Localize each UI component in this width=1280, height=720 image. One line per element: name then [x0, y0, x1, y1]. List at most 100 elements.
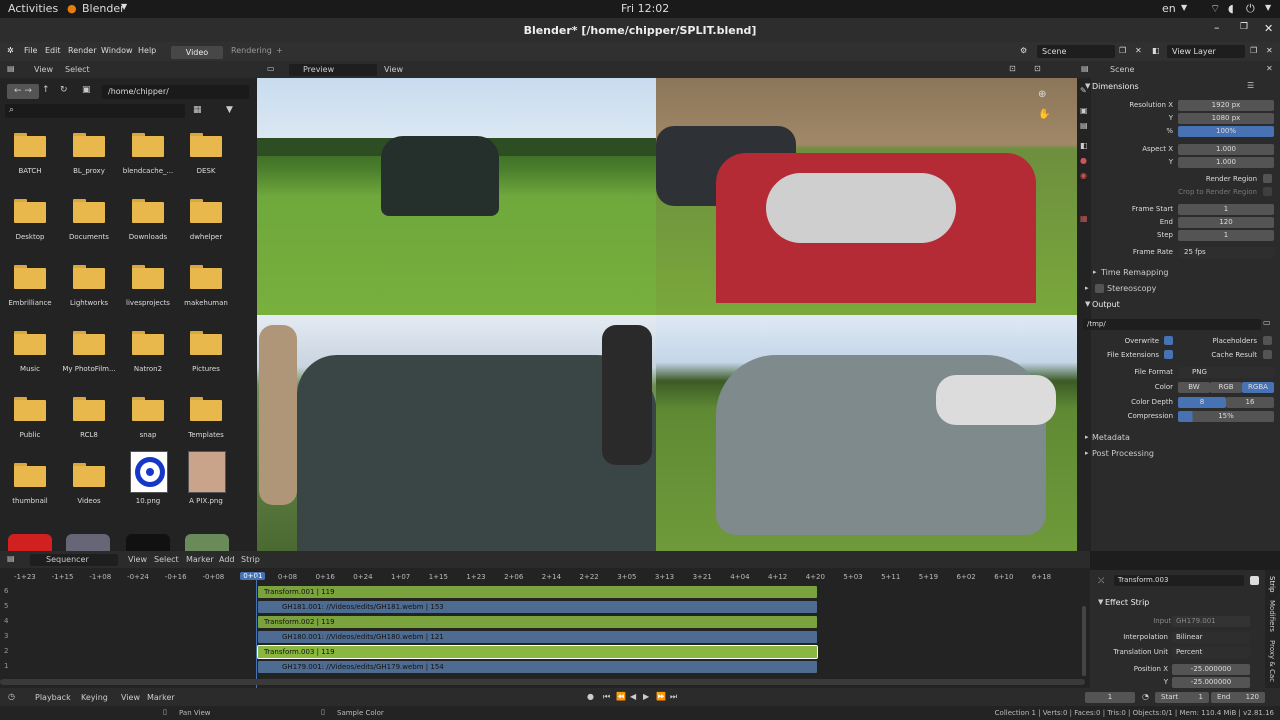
hand-icon[interactable]: ✋ — [1038, 109, 1050, 120]
parent-directory-icon[interactable]: ↑ — [42, 85, 50, 95]
frame-step-field[interactable]: 1 — [1178, 230, 1274, 241]
jump-end-icon[interactable]: ⏭ — [670, 692, 677, 702]
aspect-x-field[interactable]: 1.000 — [1178, 144, 1274, 155]
editor-type-icon[interactable]: ◷ — [8, 692, 15, 701]
view-type-dropdown[interactable]: Preview — [289, 64, 377, 76]
depth-8-button[interactable]: 8 — [1178, 397, 1226, 408]
file-extensions-checkbox[interactable] — [1164, 350, 1173, 359]
menu-help[interactable]: Help — [138, 46, 156, 55]
file-item-label[interactable]: Public — [0, 431, 60, 439]
placeholders-checkbox[interactable] — [1263, 336, 1272, 345]
current-frame-field[interactable]: 1 — [1085, 692, 1135, 703]
view-menu[interactable]: View — [121, 693, 140, 702]
file-item-label[interactable]: Natron2 — [118, 365, 178, 373]
file-item-label[interactable]: thumbnail — [0, 497, 60, 505]
display-mode-icon[interactable]: ▦ — [193, 105, 202, 115]
minimize-icon[interactable]: – — [1214, 21, 1220, 34]
metadata-panel[interactable]: Metadata — [1092, 433, 1130, 442]
editor-type-icon[interactable]: ▤ — [7, 554, 15, 563]
start-frame-field[interactable]: Start 1 — [1155, 692, 1209, 703]
file-item-label[interactable]: Documents — [59, 233, 119, 241]
folder-icon[interactable]: ▭ — [1263, 318, 1271, 327]
scene-selector[interactable]: Scene — [1037, 45, 1115, 58]
file-item-label[interactable]: My PhotoFilm... — [59, 365, 119, 373]
record-icon[interactable]: ● — [587, 692, 594, 701]
position-y-field[interactable]: -25.000000 — [1172, 677, 1250, 688]
menu-edit[interactable]: Edit — [45, 46, 61, 55]
maximize-icon[interactable]: ❐ — [1240, 22, 1248, 32]
output-panel-header[interactable]: Output — [1092, 300, 1120, 309]
marker-menu[interactable]: Marker — [147, 693, 175, 702]
delete-scene-icon[interactable]: ✕ — [1135, 46, 1142, 55]
crop-region-checkbox[interactable] — [1263, 187, 1272, 196]
tab-modifiers[interactable]: Modifiers — [1268, 600, 1276, 632]
resolution-percentage-slider[interactable]: 100% — [1178, 126, 1274, 137]
effect-strip-panel-header[interactable]: Effect Strip — [1105, 598, 1149, 607]
file-item-label[interactable]: Downloads — [118, 233, 178, 241]
res-y-field[interactable]: 1080 px — [1178, 113, 1274, 124]
blender-logo-icon[interactable]: ✲ — [7, 46, 14, 55]
seq-strip-menu[interactable]: Strip — [241, 555, 260, 564]
file-item-label[interactable]: Lightworks — [59, 299, 119, 307]
movie-strip[interactable]: GH180.001: //Videos/edits/GH180.webm | 1… — [258, 631, 817, 643]
activities-button[interactable]: Activities — [8, 2, 58, 15]
search-field[interactable] — [5, 104, 185, 118]
editor-type-icon[interactable]: ▤ — [7, 64, 15, 73]
tab-strip[interactable]: Strip — [1268, 576, 1276, 592]
create-directory-icon[interactable]: ▣ — [82, 85, 91, 95]
frame-end-field[interactable]: 120 — [1178, 217, 1274, 228]
input1-field[interactable]: GH179.001 — [1172, 616, 1250, 627]
file-item-label[interactable]: Desktop — [0, 233, 60, 241]
file-item-label[interactable]: dwhelper — [176, 233, 236, 241]
compression-slider[interactable]: 15% — [1178, 411, 1274, 422]
file-item-label[interactable]: Templates — [176, 431, 236, 439]
scene-icon[interactable]: ● — [1080, 156, 1087, 165]
aspect-y-field[interactable]: 1.000 — [1178, 157, 1274, 168]
effect-strip[interactable]: Transform.003 | 119 — [257, 645, 818, 659]
effect-strip[interactable]: Transform.002 | 119 — [258, 616, 817, 628]
volume-icon[interactable]: ◖ — [1228, 2, 1234, 15]
view-layer-selector[interactable]: View Layer — [1167, 45, 1245, 58]
output-icon[interactable]: ▤ — [1080, 121, 1088, 130]
fb-select-menu[interactable]: Select — [65, 65, 90, 74]
seq-add-menu[interactable]: Add — [219, 555, 235, 564]
movie-strip[interactable]: GH179.001: //Videos/edits/GH179.webm | 1… — [258, 661, 817, 673]
horizontal-scrollbar[interactable] — [0, 679, 1085, 685]
end-frame-field[interactable]: End 120 — [1211, 692, 1265, 703]
file-item-label[interactable]: BATCH — [0, 167, 60, 175]
effect-strip[interactable]: Transform.001 | 119 — [258, 586, 817, 598]
seq-view-menu[interactable]: View — [128, 555, 147, 564]
editor-type-icon[interactable]: ▭ — [267, 64, 275, 73]
frame-start-field[interactable]: 1 — [1178, 204, 1274, 215]
stereoscopy-checkbox[interactable] — [1095, 284, 1104, 293]
sequencer-type-dropdown[interactable]: Sequencer — [30, 554, 118, 566]
overwrite-checkbox[interactable] — [1164, 336, 1173, 345]
color-bw-button[interactable]: BW — [1178, 382, 1210, 393]
file-item-label[interactable]: BL_proxy — [59, 167, 119, 175]
clock-icon[interactable]: ◔ — [1142, 692, 1149, 701]
refresh-icon[interactable]: ↻ — [60, 85, 68, 95]
wifi-icon[interactable]: ⌔ — [1210, 2, 1220, 16]
seq-marker-menu[interactable]: Marker — [186, 555, 214, 564]
tab-rendering[interactable]: Rendering — [231, 46, 272, 55]
close-icon[interactable]: ✕ — [1264, 22, 1273, 35]
list-icon[interactable]: ☰ — [1247, 81, 1254, 90]
keying-menu[interactable]: Keying — [81, 693, 108, 702]
file-item-label[interactable]: Music — [0, 365, 60, 373]
add-workspace-icon[interactable]: + — [276, 46, 283, 55]
file-item-label[interactable]: DESK — [176, 167, 236, 175]
tab-video-editing[interactable]: Video Editing — [171, 46, 223, 70]
pin-icon[interactable]: ✕ — [1266, 64, 1273, 73]
color-rgba-button[interactable]: RGBA — [1242, 382, 1274, 393]
file-item-label[interactable]: snap — [118, 431, 178, 439]
playhead[interactable] — [256, 577, 257, 688]
translation-unit-dropdown[interactable]: Percent — [1172, 647, 1250, 658]
playback-menu[interactable]: Playback — [35, 693, 71, 702]
view-layer-icon[interactable]: ◧ — [1080, 141, 1088, 150]
file-item-label[interactable]: A PIX.png — [176, 497, 236, 505]
output-path-field[interactable]: /tmp/ — [1083, 319, 1261, 330]
delete-view-layer-icon[interactable]: ✕ — [1266, 46, 1273, 55]
fb-view-menu[interactable]: View — [34, 65, 53, 74]
file-item-label[interactable]: livesprojects — [118, 299, 178, 307]
file-item-label[interactable]: Videos — [59, 497, 119, 505]
